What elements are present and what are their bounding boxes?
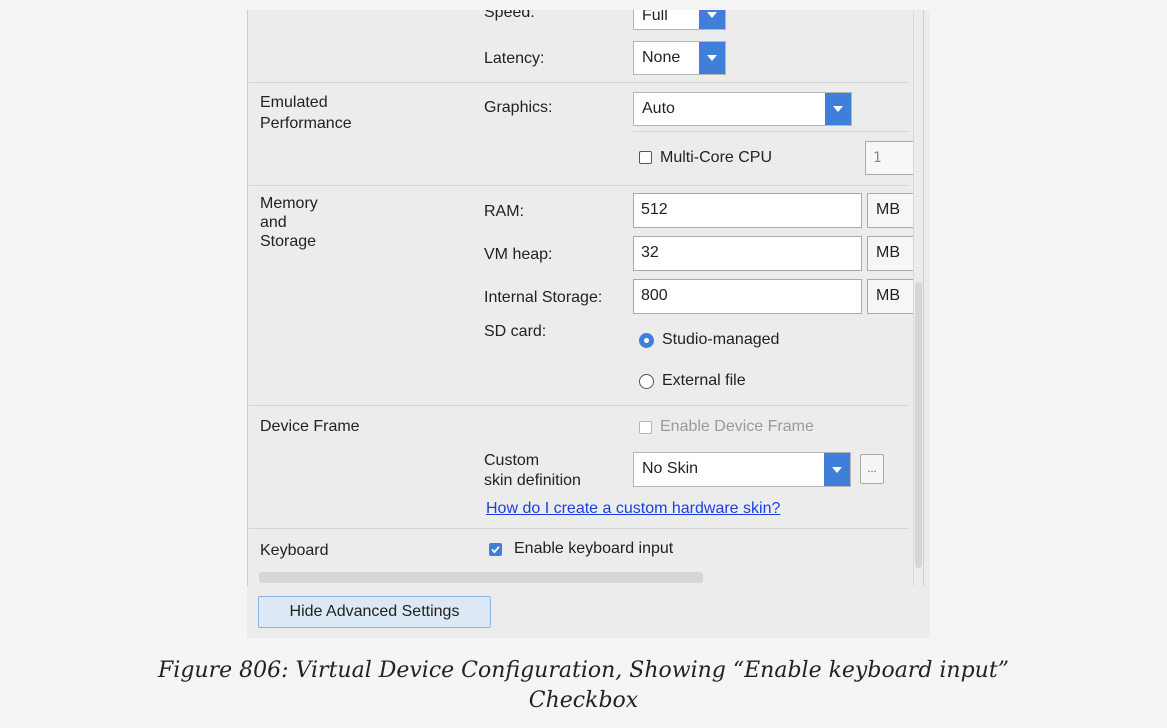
multicore-checkbox[interactable] <box>639 151 652 164</box>
checkmark-icon <box>491 546 500 554</box>
sdcard-option-studio-managed: Studio-managed <box>662 331 780 348</box>
ram-input[interactable]: 512 <box>633 193 862 228</box>
sdcard-label: SD card: <box>484 323 547 340</box>
skin-value: No Skin <box>642 460 699 477</box>
chevron-down-icon <box>825 93 851 125</box>
ram-unit[interactable]: MB <box>867 193 915 228</box>
latency-label: Latency: <box>484 50 545 67</box>
memory-storage-label-line3: Storage <box>260 233 317 250</box>
vmheap-unit[interactable]: MB <box>867 236 915 271</box>
graphics-label: Graphics: <box>484 99 553 116</box>
enable-keyboard-input-checkbox[interactable] <box>489 543 502 556</box>
vertical-scrollbar[interactable] <box>913 10 923 586</box>
sdcard-option-external-file: External file <box>662 372 746 389</box>
divider <box>249 405 909 406</box>
enable-keyboard-input-label: Enable keyboard input <box>514 540 674 557</box>
latency-combo[interactable]: None <box>633 41 726 75</box>
custom-skin-help-link[interactable]: How do I create a custom hardware skin? <box>486 500 780 518</box>
internal-storage-input[interactable]: 800 <box>633 279 862 314</box>
divider <box>633 131 909 132</box>
keyboard-label: Keyboard <box>260 542 329 559</box>
chevron-down-icon <box>699 42 725 74</box>
browse-skin-button[interactable]: ... <box>860 454 884 484</box>
sdcard-external-file-radio[interactable] <box>639 374 654 389</box>
vertical-scroll-thumb[interactable] <box>915 282 922 568</box>
hide-advanced-settings-button[interactable]: Hide Advanced Settings <box>258 596 491 628</box>
multicore-label: Multi-Core CPU <box>660 149 773 166</box>
emulated-performance-label-line2: Performance <box>260 115 352 132</box>
settings-scroll-area[interactable]: Speed: Full Latency: None Emulated Perfo… <box>247 10 924 586</box>
internal-storage-unit[interactable]: MB <box>867 279 915 314</box>
vmheap-label: VM heap: <box>484 246 553 263</box>
ram-label: RAM: <box>484 203 524 220</box>
emulated-performance-label-line1: Emulated <box>260 94 328 111</box>
divider <box>249 82 909 83</box>
memory-storage-label-line2: and <box>260 214 287 231</box>
chevron-down-icon <box>699 10 725 29</box>
horizontal-scrollbar[interactable] <box>249 572 915 584</box>
figure-caption-line1: Figure 806: Virtual Device Configuration… <box>158 658 1009 683</box>
graphics-value: Auto <box>642 100 675 117</box>
divider <box>249 528 909 529</box>
enable-device-frame-label: Enable Device Frame <box>660 418 814 435</box>
divider <box>249 185 909 186</box>
speed-combo[interactable]: Full <box>633 10 726 30</box>
vmheap-input[interactable]: 32 <box>633 236 862 271</box>
skin-combo[interactable]: No Skin <box>633 452 851 487</box>
sdcard-studio-managed-radio[interactable] <box>639 333 654 348</box>
horizontal-scroll-thumb[interactable] <box>259 572 703 583</box>
speed-label: Speed: <box>484 10 535 21</box>
cpu-count-field[interactable]: 1 <box>865 141 915 175</box>
custom-skin-label-line1: Custom <box>484 452 540 469</box>
speed-value: Full <box>642 10 668 24</box>
latency-value: None <box>642 49 681 66</box>
chevron-down-icon <box>824 453 850 486</box>
device-frame-label: Device Frame <box>260 418 360 435</box>
figure-caption-line2: Checkbox <box>528 688 639 713</box>
graphics-combo[interactable]: Auto <box>633 92 852 126</box>
custom-skin-label-line2: skin definition <box>484 472 581 489</box>
advanced-settings-panel: Speed: Full Latency: None Emulated Perfo… <box>247 10 930 638</box>
internal-storage-label: Internal Storage: <box>484 289 603 306</box>
enable-device-frame-checkbox[interactable] <box>639 421 652 434</box>
memory-storage-label-line1: Memory <box>260 195 318 212</box>
